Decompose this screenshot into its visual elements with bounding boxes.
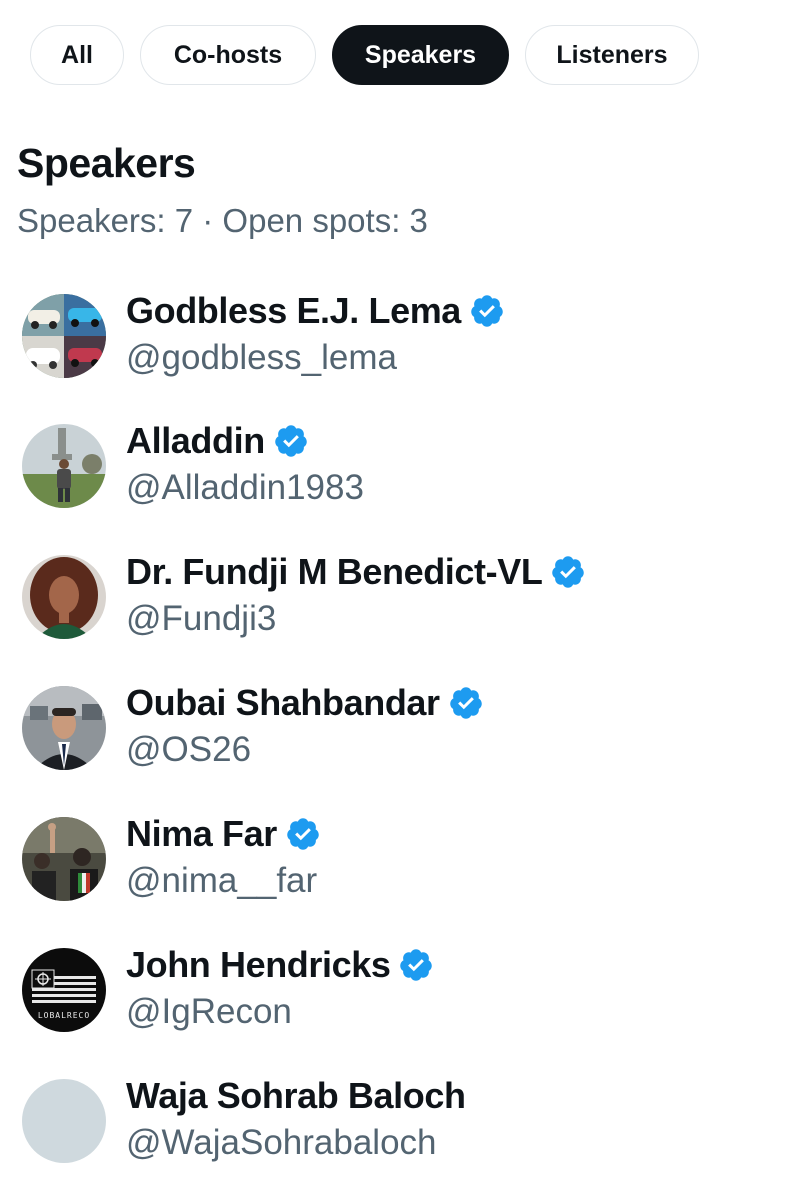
suit-portrait-avatar: [22, 686, 106, 770]
speaker-name: Waja Sohrab Baloch: [126, 1075, 466, 1116]
speaker-name-line: Godbless E.J. Lema: [126, 290, 505, 332]
speaker-name-line: Alladdin: [126, 420, 309, 462]
tab-listeners[interactable]: Listeners: [525, 25, 699, 85]
flag-logo-avatar: LOBALRECO: [22, 948, 106, 1032]
speaker-row[interactable]: Waja Sohrab Baloch @WajaSohrabaloch: [0, 1075, 796, 1189]
speaker-row[interactable]: Nima Far @nima__far: [0, 813, 796, 927]
verified-badge-icon: [469, 293, 505, 329]
speaker-name: Alladdin: [126, 420, 265, 461]
speaker-name-line: Dr. Fundji M Benedict-VL: [126, 551, 586, 593]
speaker-name-line: Waja Sohrab Baloch: [126, 1075, 466, 1117]
speaker-handle: @OS26: [126, 730, 252, 769]
tab-speakers[interactable]: Speakers: [332, 25, 509, 85]
speaker-handle: @Fundji3: [126, 599, 277, 638]
vintage-cars-avatar: [22, 294, 106, 378]
speaker-name: Dr. Fundji M Benedict-VL: [126, 551, 543, 592]
verified-badge-icon: [448, 685, 484, 721]
portrait-avatar: [22, 555, 106, 639]
speaker-handle: @Alladdin1983: [126, 468, 364, 507]
speaker-row[interactable]: Godbless E.J. Lema @godbless_lema: [0, 290, 796, 404]
tab-all[interactable]: All: [30, 25, 124, 85]
speaker-handle: @WajaSohrabaloch: [126, 1123, 437, 1162]
speaker-row[interactable]: Oubai Shahbandar @OS26: [0, 682, 796, 796]
verified-badge-icon: [273, 423, 309, 459]
speaker-handle: @nima__far: [126, 861, 318, 900]
speaker-name: Oubai Shahbandar: [126, 682, 440, 723]
speaker-name: Godbless E.J. Lema: [126, 290, 461, 331]
tab-co-hosts[interactable]: Co-hosts: [140, 25, 316, 85]
speaker-row[interactable]: Dr. Fundji M Benedict-VL @Fundji3: [0, 551, 796, 665]
speaker-name-line: John Hendricks: [126, 944, 434, 986]
verified-badge-icon: [550, 554, 586, 590]
speaker-handle: @godbless_lema: [126, 338, 397, 377]
verified-badge-icon: [285, 816, 321, 852]
default-avatar: [22, 1079, 106, 1163]
rally-avatar: [22, 817, 106, 901]
speaker-name-line: Nima Far: [126, 813, 321, 855]
speaker-name: Nima Far: [126, 813, 277, 854]
speaker-name: John Hendricks: [126, 944, 391, 985]
avatar-logo-text: LOBALRECO: [38, 1011, 90, 1020]
speaker-row[interactable]: Alladdin @Alladdin1983: [0, 420, 796, 534]
speaker-count-summary: Speakers: 7 · Open spots: 3: [17, 202, 428, 239]
verified-badge-icon: [398, 947, 434, 983]
speaker-row[interactable]: LOBALRECO John Hendricks @IgRecon: [0, 944, 796, 1058]
person-outdoors-avatar: [22, 424, 106, 508]
speaker-name-line: Oubai Shahbandar: [126, 682, 484, 724]
section-title: Speakers: [17, 140, 196, 186]
speaker-handle: @IgRecon: [126, 992, 292, 1031]
participant-filter-tabs: All Co-hosts Speakers Listeners: [30, 25, 699, 85]
